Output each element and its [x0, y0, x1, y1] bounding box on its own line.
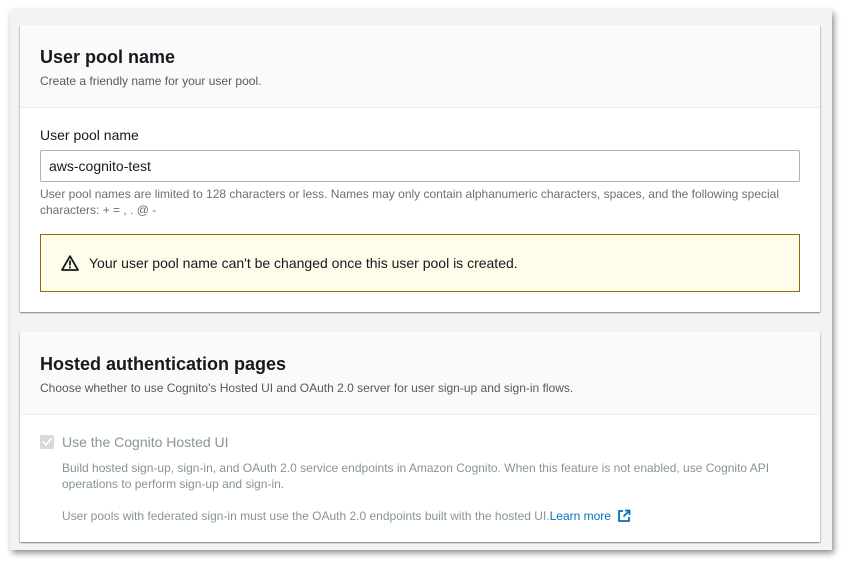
user-pool-name-field-label: User pool name [40, 127, 139, 143]
hosted-ui-checkbox-row[interactable]: Use the Cognito Hosted UI [40, 432, 229, 452]
warning-alert-text: Your user pool name can't be changed onc… [89, 255, 518, 271]
hosted-auth-panel: Hosted authentication pages Choose wheth… [20, 332, 820, 542]
hosted-ui-description: Build hosted sign-up, sign-in, and OAuth… [62, 460, 812, 492]
external-link-icon [617, 509, 631, 523]
hint-line-1: User pool names are limited to 128 chara… [40, 187, 780, 201]
user-pool-name-panel: User pool name Create a friendly name fo… [20, 25, 820, 312]
federated-note: User pools with federated sign-in must u… [62, 508, 631, 524]
warning-alert: Your user pool name can't be changed onc… [40, 234, 800, 292]
user-pool-name-description: Create a friendly name for your user poo… [40, 74, 262, 88]
hosted-ui-checkbox-label: Use the Cognito Hosted UI [62, 434, 229, 450]
hosted-auth-header: Hosted authentication pages Choose wheth… [20, 332, 820, 415]
checkmark-icon [42, 438, 52, 446]
page-frame: User pool name Create a friendly name fo… [10, 10, 832, 550]
hosted-auth-title: Hosted authentication pages [40, 354, 287, 374]
learn-more-link[interactable]: Learn more [550, 508, 631, 524]
hint-line-2: characters: + = , . @ - [40, 203, 157, 217]
hosted-ui-checkbox[interactable] [40, 435, 54, 449]
user-pool-name-header: User pool name Create a friendly name fo… [20, 25, 820, 108]
hosted-ui-desc-line-2: operations to perform sign-up and sign-i… [62, 477, 285, 491]
warning-icon [61, 255, 79, 271]
user-pool-name-hint: User pool names are limited to 128 chara… [40, 186, 810, 218]
user-pool-name-input[interactable] [40, 150, 800, 182]
user-pool-name-title: User pool name [40, 47, 176, 67]
federated-note-text: User pools with federated sign-in must u… [62, 509, 550, 523]
hosted-ui-desc-line-1: Build hosted sign-up, sign-in, and OAuth… [62, 461, 770, 475]
learn-more-label: Learn more [549, 509, 611, 523]
hosted-auth-description: Choose whether to use Cognito's Hosted U… [40, 381, 574, 395]
